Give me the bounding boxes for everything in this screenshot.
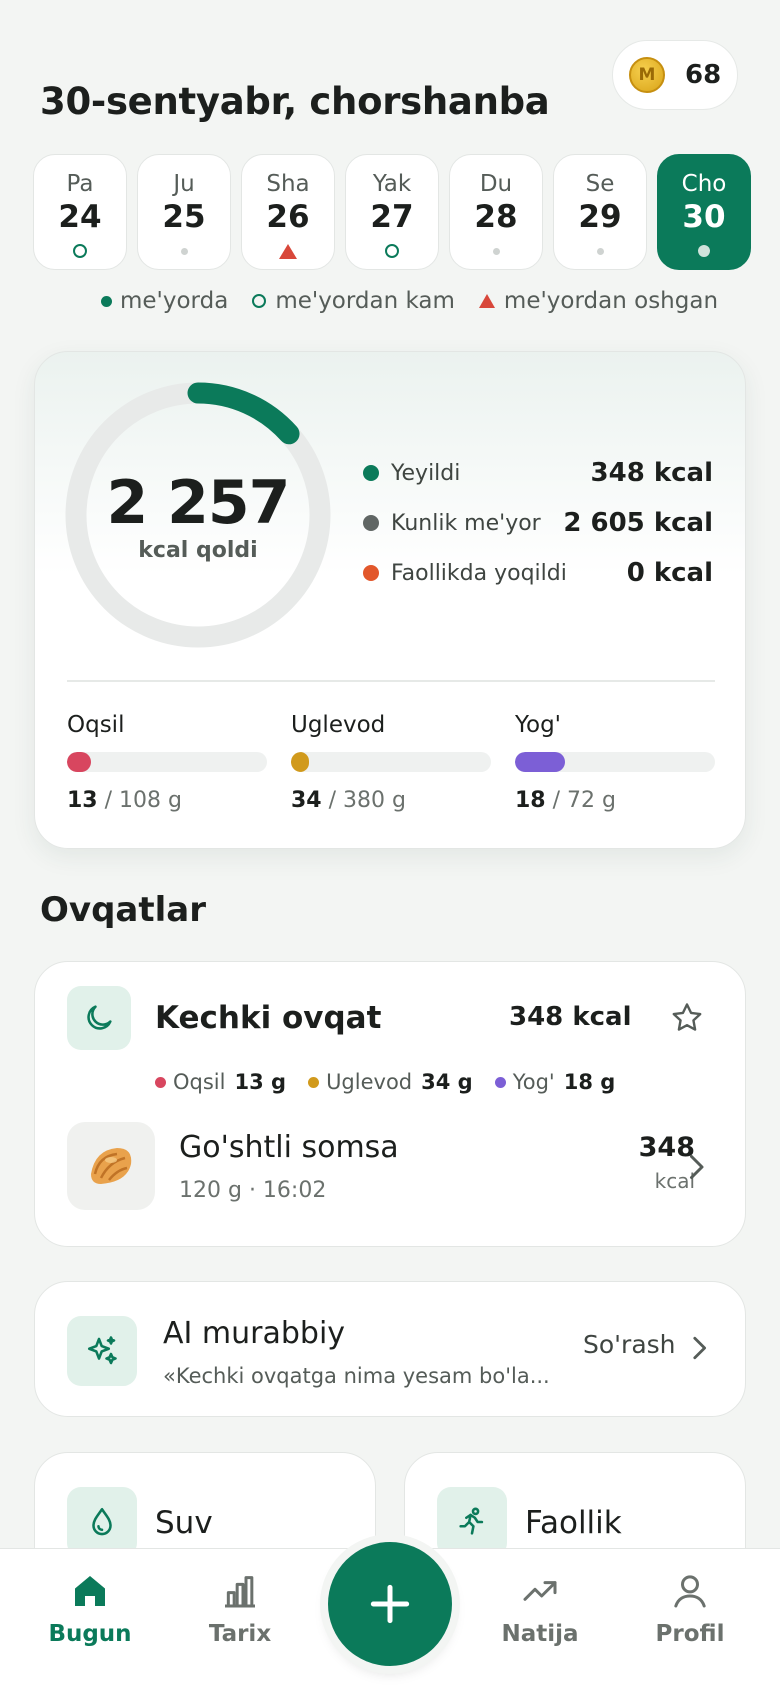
day-name: Yak (372, 171, 412, 197)
macro-protein: Oqsil 13 / 108 g (67, 712, 267, 813)
divider (67, 680, 715, 682)
tab-results[interactable]: Natija (480, 1571, 600, 1647)
day-name: Du (479, 171, 513, 197)
carbs-dot-icon (308, 1076, 320, 1088)
stat-daily-norm: Kunlik me'yor 2 605 kcal (363, 498, 713, 548)
status-under-icon (73, 243, 87, 259)
macro-carbs: Uglevod 34 / 380 g (291, 712, 491, 813)
ai-coach-prompt: «Kechki ovqatga nima yesam bo'la... (163, 1364, 550, 1388)
user-icon (674, 1575, 706, 1608)
day-item[interactable]: Ju 25 (137, 154, 231, 270)
day-item[interactable]: Sha 26 (241, 154, 335, 270)
food-portion-time: 120 g · 16:02 (179, 1178, 327, 1203)
day-item-selected[interactable]: Cho 30 (657, 154, 751, 270)
moon-icon (67, 986, 131, 1050)
macro-fill (291, 752, 309, 772)
burned-dot-icon (363, 565, 379, 581)
macro-track (67, 752, 267, 772)
normal-dot-icon (101, 295, 112, 307)
macro-fill (67, 752, 91, 772)
tab-history[interactable]: Tarix (180, 1571, 300, 1647)
macro-track (515, 752, 715, 772)
bar-chart-icon (225, 1576, 255, 1608)
tab-today[interactable]: Bugun (30, 1571, 150, 1647)
coin-balance[interactable]: M 68 (612, 40, 738, 110)
plus-icon (370, 1584, 410, 1624)
norm-dot-icon (363, 515, 379, 531)
day-number: 25 (162, 199, 206, 235)
coin-icon: M (629, 57, 665, 93)
eaten-dot-icon (363, 465, 379, 481)
day-number: 30 (682, 199, 726, 235)
water-drop-icon (67, 1487, 137, 1557)
activity-title: Faollik (525, 1505, 622, 1541)
legend-normal: me'yorda (120, 288, 229, 314)
calorie-stats: Yeyildi 348 kcal Kunlik me'yor 2 605 kca… (363, 448, 713, 598)
day-item[interactable]: Du 28 (449, 154, 543, 270)
over-triangle-icon (478, 294, 495, 308)
day-item[interactable]: Yak 27 (345, 154, 439, 270)
status-under-icon (385, 243, 399, 259)
day-number: 28 (474, 199, 518, 235)
star-icon[interactable] (669, 1000, 705, 1040)
day-number: 27 (370, 199, 414, 235)
status-empty-icon (596, 243, 604, 259)
day-item[interactable]: Pa 24 (33, 154, 127, 270)
meal-title: Kechki ovqat (155, 1000, 382, 1036)
status-empty-icon (698, 243, 710, 259)
meal-kcal: 348 kcal (509, 1002, 632, 1032)
sparkles-icon (67, 1316, 137, 1386)
day-name: Cho (681, 171, 727, 197)
protein-dot-icon (155, 1076, 166, 1088)
chevron-right-icon[interactable] (685, 1152, 707, 1186)
meal-macros: Oqsil 13 g Uglevod 34 g Yog' 18 g (155, 1070, 615, 1094)
macro-track (291, 752, 491, 772)
status-over-icon (279, 243, 297, 259)
day-name: Se (585, 171, 615, 197)
section-title-meals: Ovqatlar (40, 890, 206, 930)
calories-remaining: 2 257 (106, 467, 291, 538)
ai-coach-title: AI murabbiy (163, 1316, 346, 1351)
day-item[interactable]: Se 29 (553, 154, 647, 270)
macro-fat: Yog' 18 / 72 g (515, 712, 715, 813)
food-image (67, 1122, 155, 1210)
calorie-summary-card[interactable]: 2 257 kcal qoldi Yeyildi 348 kcal Kunlik… (34, 351, 746, 849)
day-name: Ju (173, 171, 195, 197)
week-strip: Pa 24 Ju 25 Sha 26 Yak 27 Du 28 Se 29 Ch… (33, 154, 751, 270)
coin-count: 68 (685, 60, 722, 90)
running-icon (437, 1487, 507, 1557)
stat-eaten: Yeyildi 348 kcal (363, 448, 713, 498)
status-empty-icon (180, 243, 188, 259)
day-number: 24 (58, 199, 102, 235)
stat-burned: Faollikda yoqildi 0 kcal (363, 548, 713, 598)
macro-fill (515, 752, 565, 772)
add-meal-button[interactable] (328, 1542, 452, 1666)
chevron-right-icon[interactable] (689, 1334, 709, 1366)
day-number: 26 (266, 199, 310, 235)
status-legend: me'yorda me'yordan kam me'yordan oshgan (101, 288, 742, 314)
water-title: Suv (155, 1505, 213, 1541)
fat-dot-icon (494, 1076, 506, 1088)
food-kcal: 348 kcal (638, 1132, 695, 1193)
page-title: 30-sentyabr, chorshanba (40, 80, 550, 123)
macro-bars: Oqsil 13 / 108 g Uglevod 34 / 380 g Yog'… (67, 712, 715, 813)
calories-remaining-label: kcal qoldi (138, 537, 258, 563)
ai-coach-card[interactable]: AI murabbiy «Kechki ovqatga nima yesam b… (34, 1281, 746, 1417)
status-empty-icon (492, 243, 500, 259)
trend-up-icon (523, 1581, 557, 1601)
food-name[interactable]: Go'shtli somsa (179, 1130, 399, 1165)
tab-profile[interactable]: Profil (630, 1571, 750, 1647)
day-name: Pa (66, 171, 94, 197)
meal-card-dinner[interactable]: Kechki ovqat 348 kcal Oqsil 13 g Uglevod 3… (34, 961, 746, 1247)
under-ring-icon (252, 294, 267, 308)
home-icon (75, 1576, 105, 1606)
day-name: Sha (266, 171, 310, 197)
ask-button[interactable]: So'rash (583, 1330, 676, 1359)
legend-over: me'yordan oshgan (503, 288, 719, 314)
day-number: 29 (578, 199, 622, 235)
legend-under: me'yordan kam (275, 288, 455, 314)
